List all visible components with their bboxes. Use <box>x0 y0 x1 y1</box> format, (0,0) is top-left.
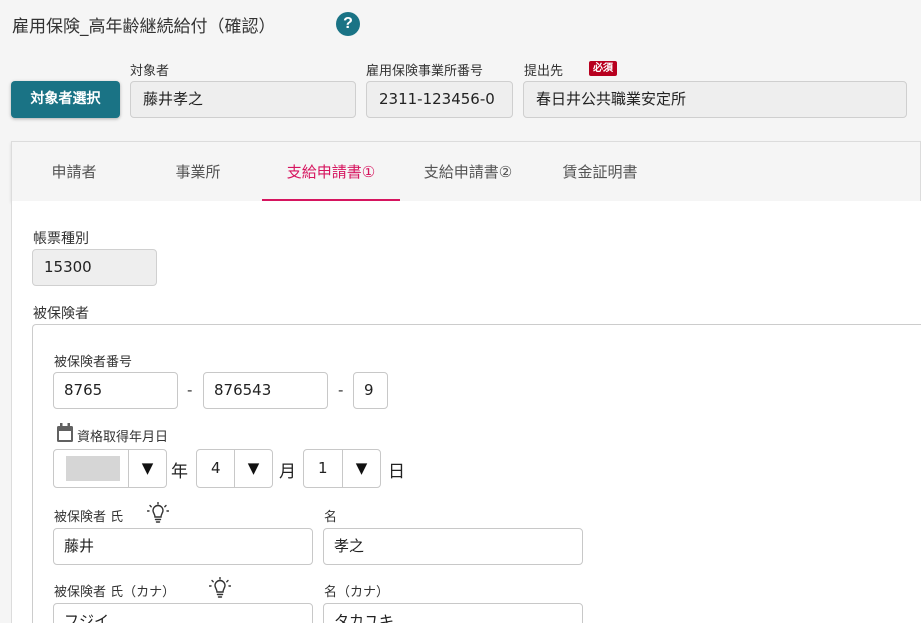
surname-input[interactable]: 藤井 <box>53 528 313 565</box>
lightbulb-icon[interactable] <box>147 502 169 524</box>
month-select[interactable]: 4 ▼ <box>196 449 273 488</box>
tab-wage-certificate[interactable]: 賃金証明書 <box>540 142 660 202</box>
insured-section-label: 被保険者 <box>33 306 89 322</box>
office-number-field: 2311-123456-0 <box>366 81 513 118</box>
tab-bar: 申請者 事業所 支給申請書① 支給申請書② 賃金証明書 <box>11 141 921 202</box>
given-name-kana-label: 名（カナ） <box>324 585 390 600</box>
day-unit: 日 <box>388 462 405 482</box>
tab-application-2[interactable]: 支給申請書② <box>410 142 526 202</box>
calendar-icon <box>57 423 73 442</box>
chevron-down-icon: ▼ <box>234 450 272 487</box>
page-title: 雇用保険_高年齢継続給付（確認） <box>12 17 276 37</box>
year-unit: 年 <box>171 462 188 482</box>
insured-number-part3[interactable]: 9 <box>353 372 388 409</box>
lightbulb-icon[interactable] <box>209 577 231 599</box>
destination-field: 春日井公共職業安定所 <box>523 81 907 118</box>
given-name-input[interactable]: 孝之 <box>323 528 583 565</box>
tab-office[interactable]: 事業所 <box>148 142 248 202</box>
era-year-select[interactable]: ▼ <box>53 449 167 488</box>
given-name-label: 名 <box>324 510 338 525</box>
form-type-label: 帳票種別 <box>33 231 89 247</box>
destination-label: 提出先 <box>524 64 564 79</box>
masked-value <box>66 456 120 481</box>
surname-kana-input[interactable]: フジイ <box>53 603 313 623</box>
required-badge: 必須 <box>589 61 617 76</box>
target-person-field: 藤井孝之 <box>130 81 356 118</box>
month-value: 4 <box>211 459 221 477</box>
qualification-date-label: 資格取得年月日 <box>77 430 169 445</box>
day-select[interactable]: 1 ▼ <box>303 449 381 488</box>
surname-kana-label: 被保険者 氏（カナ） <box>54 585 176 600</box>
target-person-label: 対象者 <box>130 64 170 79</box>
insured-number-separator: - <box>338 381 344 399</box>
given-name-kana-input[interactable]: タカユキ <box>323 603 583 623</box>
day-value: 1 <box>318 459 328 477</box>
select-target-button[interactable]: 対象者選択 <box>11 81 120 118</box>
office-number-label: 雇用保険事業所番号 <box>366 64 484 79</box>
tab-application-1[interactable]: 支給申請書① <box>262 142 400 202</box>
help-icon[interactable]: ? <box>336 12 360 36</box>
surname-label: 被保険者 氏 <box>54 510 124 525</box>
month-unit: 月 <box>279 462 296 482</box>
chevron-down-icon: ▼ <box>128 450 166 487</box>
insured-number-separator: - <box>187 381 193 399</box>
form-type-field: 15300 <box>32 249 157 286</box>
insured-number-label: 被保険者番号 <box>54 355 133 370</box>
tab-applicant[interactable]: 申請者 <box>24 142 124 202</box>
insured-number-part1[interactable]: 8765 <box>53 372 178 409</box>
insured-number-part2[interactable]: 876543 <box>203 372 328 409</box>
chevron-down-icon: ▼ <box>342 450 380 487</box>
